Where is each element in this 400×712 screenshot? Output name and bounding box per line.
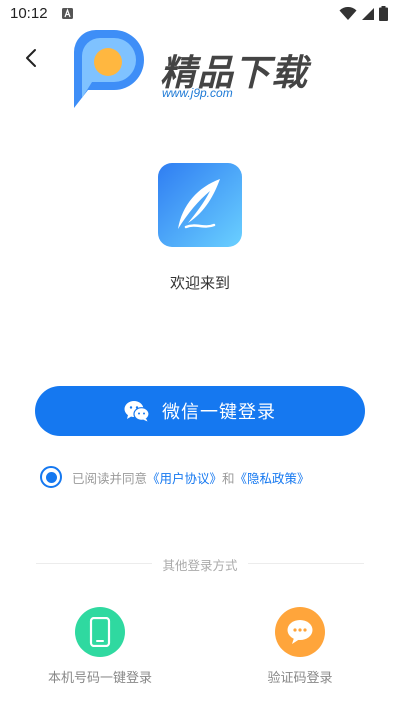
status-time: 10:12: [10, 5, 48, 22]
wechat-icon: [124, 401, 150, 422]
phone-login-circle: [75, 607, 125, 657]
agreement-checkbox[interactable]: [40, 466, 62, 488]
back-button[interactable]: [18, 44, 46, 72]
code-login-option[interactable]: 验证码登录: [230, 607, 370, 686]
other-methods-title-wrap: 其他登录方式: [0, 555, 400, 574]
welcome-text: 欢迎来到: [169, 274, 230, 292]
battery-icon: [379, 6, 388, 21]
code-login-label: 验证码登录: [267, 671, 333, 686]
watermark: 精品下载 www.j9p.com: [68, 28, 328, 112]
feather-pen-icon: [158, 163, 242, 247]
notification-a-icon: [62, 8, 73, 19]
app-logo: [158, 163, 242, 247]
agreement-row: 已阅读并同意 《用户协议》 和 《隐私政策》: [40, 466, 310, 488]
other-methods-title: 其他登录方式: [152, 558, 248, 573]
agreement-conjunction: 和: [222, 470, 235, 486]
phone-login-label: 本机号码一键登录: [47, 671, 152, 686]
status-icons: [339, 6, 388, 21]
privacy-policy-link[interactable]: 《隐私政策》: [235, 468, 310, 487]
wechat-login-label: 微信一键登录: [162, 402, 276, 423]
chevron-left-icon: [26, 49, 36, 67]
phone-login-option[interactable]: 本机号码一键登录: [30, 607, 170, 686]
watermark-url: www.j9p.com: [162, 86, 233, 100]
checkbox-dot: [45, 471, 57, 483]
status-bar: 10:12: [0, 0, 400, 28]
phone-icon: [89, 617, 111, 647]
watermark-p-logo-icon: [74, 30, 144, 108]
wechat-login-button[interactable]: 微信一键登录: [35, 386, 365, 436]
chat-bubble-icon: [287, 620, 313, 644]
user-agreement-link[interactable]: 《用户协议》: [147, 468, 222, 487]
signal-icon: [362, 7, 374, 20]
code-login-circle: [275, 607, 325, 657]
agreement-prefix: 已阅读并同意: [72, 470, 148, 486]
wifi-icon: [339, 6, 357, 20]
